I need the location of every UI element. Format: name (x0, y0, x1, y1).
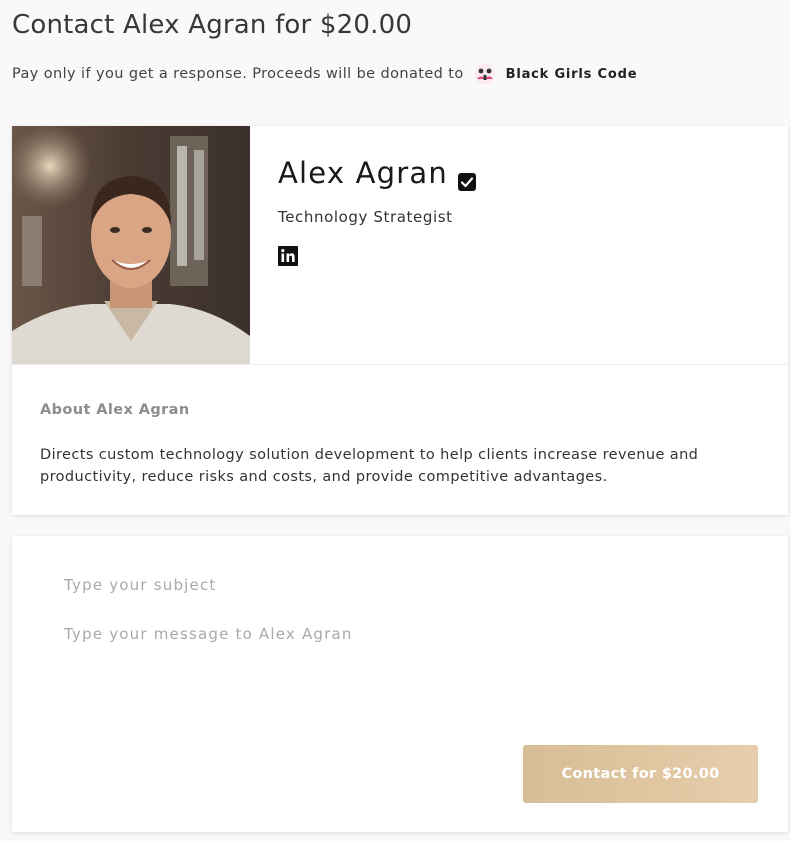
profile-card: Alex Agran Technology Strategist About A… (12, 126, 788, 515)
message-form: Contact for $20.00 (12, 536, 788, 832)
verified-icon (457, 164, 476, 191)
profile-photo (12, 126, 250, 364)
profile-name: Alex Agran (278, 156, 448, 190)
page-title: Contact Alex Agran for $20.00 (12, 10, 413, 40)
charity-logo-icon (472, 63, 498, 85)
contact-button[interactable]: Contact for $20.00 (523, 745, 758, 803)
donation-text: Pay only if you get a response. Proceeds… (12, 66, 464, 82)
profile-name-row: Alex Agran (278, 156, 476, 191)
about-text: Directs custom technology solution devel… (40, 447, 699, 485)
message-input[interactable] (64, 625, 744, 725)
about-heading: About Alex Agran (40, 402, 190, 418)
profile-title: Technology Strategist (278, 208, 453, 226)
divider (12, 364, 788, 365)
subject-input[interactable] (64, 574, 744, 596)
charity-name: Black Girls Code (505, 66, 638, 82)
donation-note: Pay only if you get a response. Proceeds… (12, 63, 637, 85)
linkedin-icon[interactable] (278, 246, 298, 266)
